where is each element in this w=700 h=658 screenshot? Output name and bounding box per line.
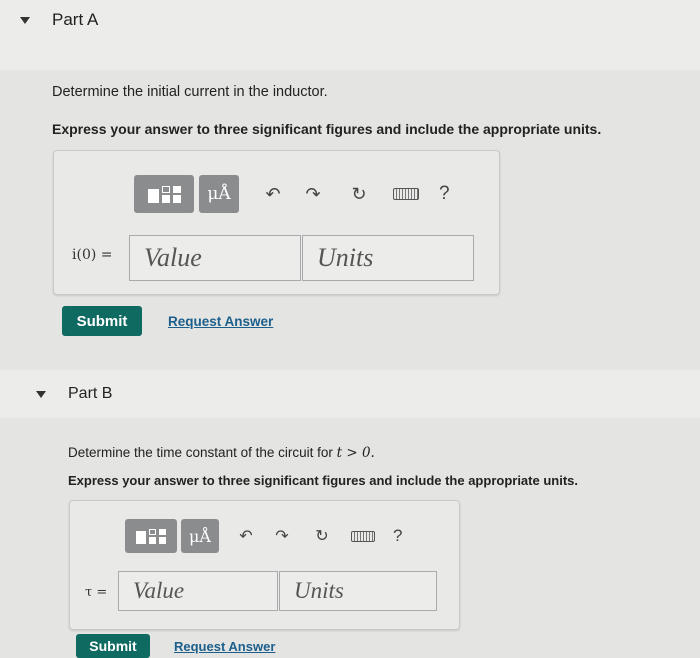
part-b-question-math: t > 0. (336, 445, 375, 461)
keyboard-icon[interactable] (351, 530, 375, 542)
part-a-value-input[interactable]: Value (129, 235, 301, 281)
part-a-units-input[interactable]: Units (302, 235, 474, 281)
part-b-question: Determine the time constant of the circu… (68, 445, 375, 461)
undo-icon[interactable]: ↶ (235, 519, 257, 553)
part-a-title: Part A (52, 10, 99, 29)
part-a-answer-box: μÅ ↶ ↷ ↻ ? i(0) = Value Units (53, 150, 500, 295)
templates-icon[interactable] (125, 519, 177, 553)
units-icon[interactable]: μÅ (181, 519, 219, 553)
part-a-instruction: Express your answer to three significant… (52, 121, 602, 137)
part-b-request-answer-link[interactable]: Request Answer (174, 639, 275, 654)
caret-down-icon[interactable] (20, 16, 30, 24)
part-b-submit-button[interactable]: Submit (76, 634, 150, 658)
redo-icon[interactable]: ↷ (271, 519, 293, 553)
part-a-equation-label: i(0) = (72, 247, 113, 263)
help-icon[interactable]: ? (439, 183, 450, 205)
undo-icon[interactable]: ↶ (261, 175, 285, 213)
units-icon[interactable]: μÅ (199, 175, 239, 213)
part-b-header[interactable]: Part B (0, 370, 700, 418)
part-a-toolbar: μÅ ↶ ↷ ↻ ? (134, 175, 450, 213)
part-b-value-input[interactable]: Value (118, 571, 278, 611)
templates-icon[interactable] (134, 175, 194, 213)
redo-icon[interactable]: ↷ (301, 175, 325, 213)
part-b-toolbar: μÅ ↶ ↷ ↻ ? (125, 519, 402, 553)
part-a-question: Determine the initial current in the ind… (52, 84, 328, 100)
part-a-submit-button[interactable]: Submit (62, 306, 142, 336)
part-b-answer-box: μÅ ↶ ↷ ↻ ? τ = Value Units (69, 500, 460, 630)
keyboard-icon[interactable] (393, 188, 419, 200)
part-a-request-answer-link[interactable]: Request Answer (168, 314, 273, 329)
part-b-title: Part B (68, 385, 113, 402)
help-icon[interactable]: ? (393, 526, 402, 546)
part-b-units-input[interactable]: Units (279, 571, 437, 611)
reset-icon[interactable]: ↻ (311, 519, 333, 553)
part-b-instruction: Express your answer to three significant… (68, 473, 578, 488)
part-a-header[interactable]: Part A (0, 0, 700, 70)
part-b-question-text: Determine the time constant of the circu… (68, 445, 337, 460)
part-b-equation-label: τ = (85, 585, 108, 600)
reset-icon[interactable]: ↻ (347, 175, 371, 213)
caret-down-icon[interactable] (36, 390, 46, 398)
